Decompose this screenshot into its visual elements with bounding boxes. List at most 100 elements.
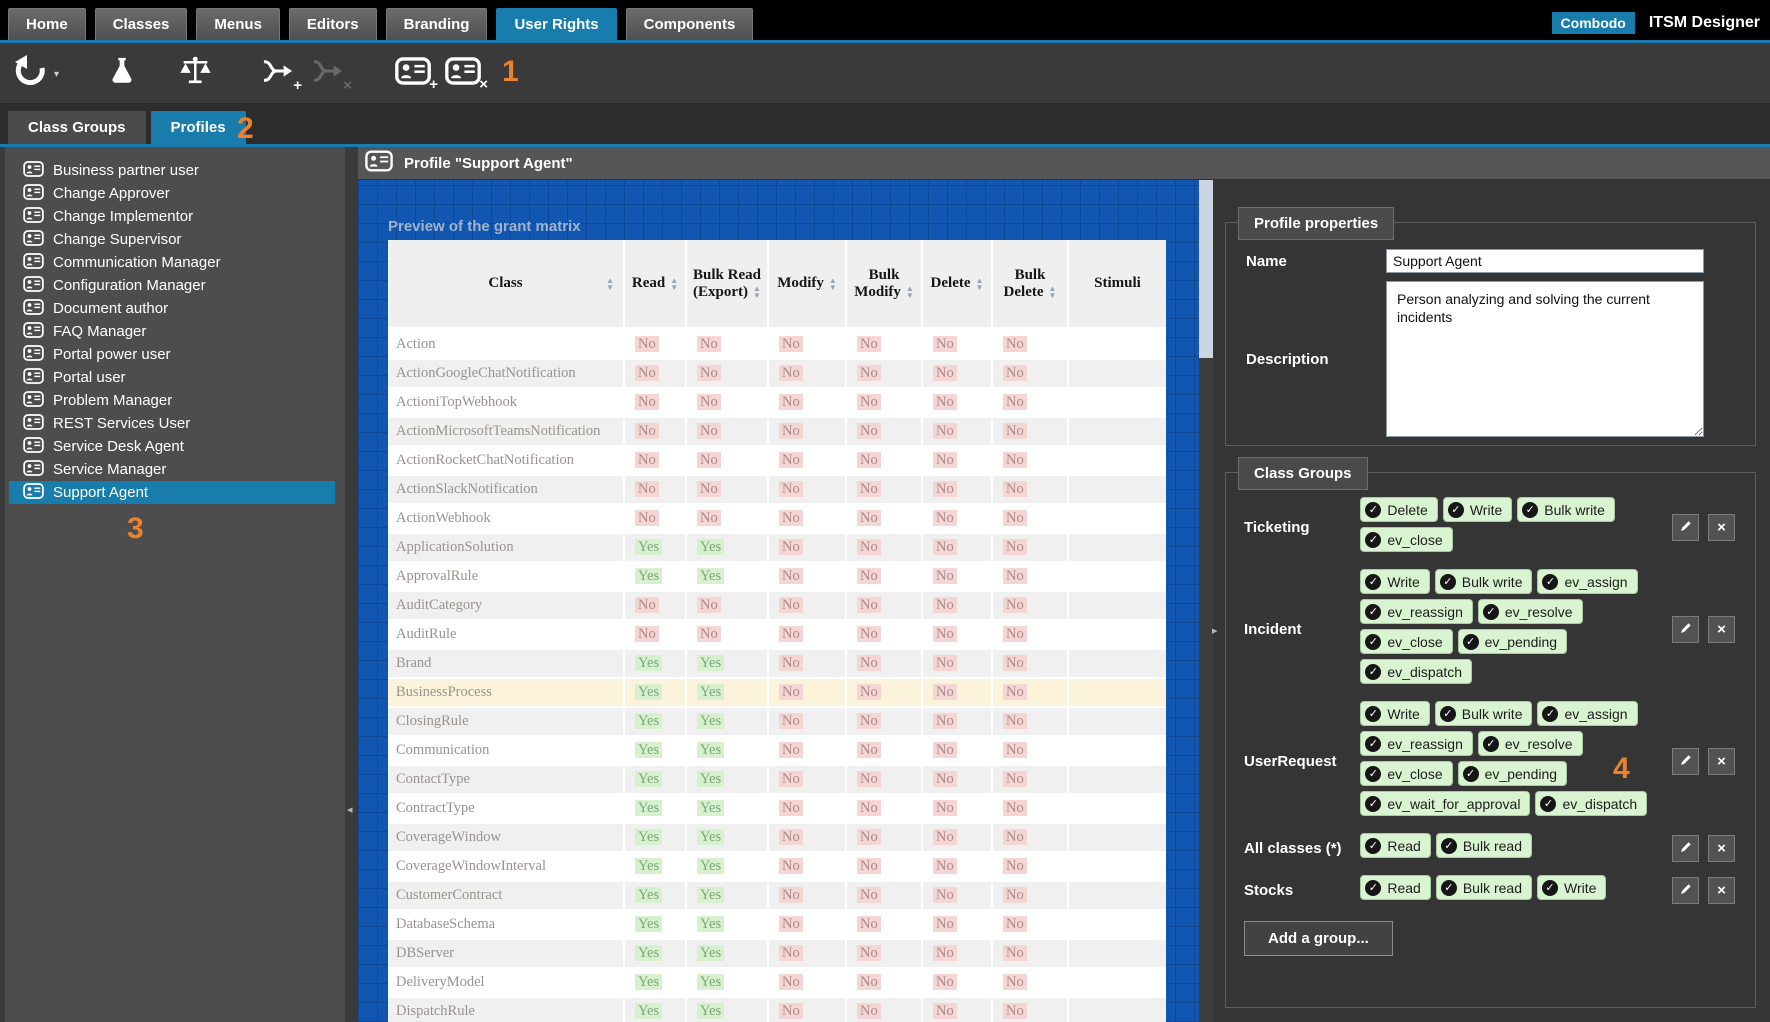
- remove-group-button[interactable]: ×: [1708, 748, 1735, 775]
- grant-cell: No: [846, 881, 922, 910]
- sidebar-item-change-supervisor[interactable]: Change Supervisor: [9, 228, 335, 251]
- grant-badge-label: Write: [1564, 880, 1596, 896]
- consistency-check-button[interactable]: [177, 54, 213, 93]
- add-profile-button[interactable]: +: [395, 57, 431, 90]
- grant-cell: Yes: [624, 823, 686, 852]
- grant-cell: No: [846, 359, 922, 388]
- column-header-modify[interactable]: Modify▲▼: [768, 240, 846, 329]
- remove-group-button[interactable]: ×: [1708, 877, 1735, 904]
- sort-arrows-icon[interactable]: ▲▼: [606, 277, 614, 291]
- circle-check-icon: ✓: [1365, 574, 1381, 590]
- sort-arrows-icon[interactable]: ▲▼: [1049, 285, 1057, 299]
- profile-description-textarea[interactable]: Person analyzing and solving the current…: [1386, 281, 1704, 437]
- grant-cell: No: [992, 823, 1068, 852]
- sidebar-item-faq-manager[interactable]: FAQ Manager: [9, 320, 335, 343]
- column-header-bulk-read-export[interactable]: Bulk Read (Export)▲▼: [686, 240, 768, 329]
- grant-cell: No: [992, 794, 1068, 823]
- profile-name-input[interactable]: [1386, 249, 1704, 273]
- sidebar-item-configuration-manager[interactable]: Configuration Manager: [9, 274, 335, 297]
- sort-arrows-icon[interactable]: ▲▼: [976, 277, 984, 291]
- column-header-delete[interactable]: Delete▲▼: [922, 240, 992, 329]
- matrix-vertical-scrollbar[interactable]: [1199, 180, 1213, 1022]
- grant-cell: No: [846, 852, 922, 881]
- sort-arrows-icon[interactable]: ▲▼: [906, 285, 914, 299]
- sidebar-item-rest-services-user[interactable]: REST Services User: [9, 412, 335, 435]
- matrix-row-actionmicrosoftteamsnotification: ActionMicrosoftTeamsNotificationNoNoNoNo…: [388, 417, 1166, 446]
- edit-group-button[interactable]: [1672, 616, 1699, 643]
- sidebar-item-problem-manager[interactable]: Problem Manager: [9, 389, 335, 412]
- sidebar-item-portal-power-user[interactable]: Portal power user: [9, 343, 335, 366]
- edit-group-button[interactable]: [1672, 514, 1699, 541]
- profile-name-label: Service Manager: [53, 461, 166, 478]
- subtab-profiles[interactable]: Profiles: [151, 111, 246, 144]
- undo-dropdown-caret-icon[interactable]: ▾: [54, 69, 59, 80]
- profiles-list: Business partner userChange ApproverChan…: [5, 159, 345, 504]
- sort-arrows-icon[interactable]: ▲▼: [670, 277, 678, 291]
- grant-cell: No: [768, 736, 846, 765]
- sidebar-item-change-approver[interactable]: Change Approver: [9, 182, 335, 205]
- sidebar-item-change-implementor[interactable]: Change Implementor: [9, 205, 335, 228]
- tab-classes[interactable]: Classes: [95, 8, 188, 40]
- sidebar-item-business-partner-user[interactable]: Business partner user: [9, 159, 335, 182]
- test-flask-button[interactable]: [107, 54, 137, 93]
- scrollbar-thumb[interactable]: [1199, 180, 1213, 358]
- edit-group-button[interactable]: [1672, 835, 1699, 862]
- undo-icon: [12, 53, 48, 94]
- sidebar-item-portal-user[interactable]: Portal user: [9, 366, 335, 389]
- tab-branding[interactable]: Branding: [386, 8, 488, 40]
- tab-components[interactable]: Components: [626, 8, 754, 40]
- matrix-row-actionwebhook: ActionWebhookNoNoNoNoNoNo: [388, 504, 1166, 533]
- class-name-cell: DeliveryModel: [388, 968, 624, 997]
- grant-badge-ev-assign: ✓ev_assign: [1537, 701, 1637, 726]
- tab-editors[interactable]: Editors: [289, 8, 377, 40]
- circle-check-icon: ✓: [1542, 880, 1558, 896]
- sidebar-item-communication-manager[interactable]: Communication Manager: [9, 251, 335, 274]
- grant-cell: Yes: [686, 794, 768, 823]
- grant-cell: No: [624, 475, 686, 504]
- matrix-row-brand: BrandYesYesNoNoNoNo: [388, 649, 1166, 678]
- grant-badge-write: ✓ Write: [1360, 569, 1429, 594]
- column-header-read[interactable]: Read▲▼: [624, 240, 686, 329]
- sort-arrows-icon[interactable]: ▲▼: [829, 277, 837, 291]
- sidebar-item-service-desk-agent[interactable]: Service Desk Agent: [9, 435, 335, 458]
- collapse-right-icon[interactable]: ▸: [1212, 624, 1218, 637]
- add-transition-button[interactable]: +: [261, 56, 295, 91]
- sidebar-item-support-agent[interactable]: Support Agent: [9, 481, 335, 504]
- delete-profile-button[interactable]: ×: [445, 57, 481, 90]
- class-group-name: UserRequest: [1244, 752, 1360, 771]
- tab-home[interactable]: Home: [8, 8, 86, 40]
- sidebar-item-document-author[interactable]: Document author: [9, 297, 335, 320]
- grant-cell: No: [846, 446, 922, 475]
- edit-group-button[interactable]: [1672, 877, 1699, 904]
- sidebar-item-service-manager[interactable]: Service Manager: [9, 458, 335, 481]
- column-label: Class: [488, 275, 522, 291]
- undo-button[interactable]: ▾: [12, 53, 59, 94]
- grant-badge-label: ev_resolve: [1505, 604, 1573, 620]
- group-actions: ×: [1672, 616, 1735, 643]
- tab-user-rights[interactable]: User Rights: [496, 8, 616, 40]
- remove-group-button[interactable]: ×: [1708, 514, 1735, 541]
- grant-cell: No: [846, 533, 922, 562]
- sort-arrows-icon[interactable]: ▲▼: [753, 285, 761, 299]
- remove-group-button[interactable]: ×: [1708, 616, 1735, 643]
- group-actions: ×: [1672, 748, 1735, 775]
- column-header-bulk-delete[interactable]: Bulk Delete▲▼: [992, 240, 1068, 329]
- matrix-row-dbserver: DBServerYesYesNoNoNoNo: [388, 939, 1166, 968]
- grant-badge-label: Write: [1387, 574, 1419, 590]
- class-group-name: All classes (*): [1244, 839, 1360, 858]
- remove-group-button[interactable]: ×: [1708, 835, 1735, 862]
- class-name-cell: CoverageWindow: [388, 823, 624, 852]
- badge-line: ✓ev_dispatch: [1360, 659, 1672, 684]
- column-header-class[interactable]: Class ▲▼: [388, 240, 624, 329]
- grant-cell: Yes: [686, 765, 768, 794]
- collapse-left-icon[interactable]: ◂: [347, 803, 353, 816]
- remove-transition-button: ×: [311, 56, 345, 91]
- sidebar-splitter[interactable]: ◂: [345, 147, 358, 1022]
- edit-group-button[interactable]: [1672, 748, 1699, 775]
- grant-cell: No: [846, 591, 922, 620]
- subtab-class-groups[interactable]: Class Groups: [8, 111, 146, 144]
- circle-check-icon: ✓: [1365, 880, 1381, 896]
- tab-menus[interactable]: Menus: [196, 8, 280, 40]
- column-header-bulk-modify[interactable]: Bulk Modify▲▼: [846, 240, 922, 329]
- add-group-button[interactable]: Add a group...: [1244, 921, 1393, 956]
